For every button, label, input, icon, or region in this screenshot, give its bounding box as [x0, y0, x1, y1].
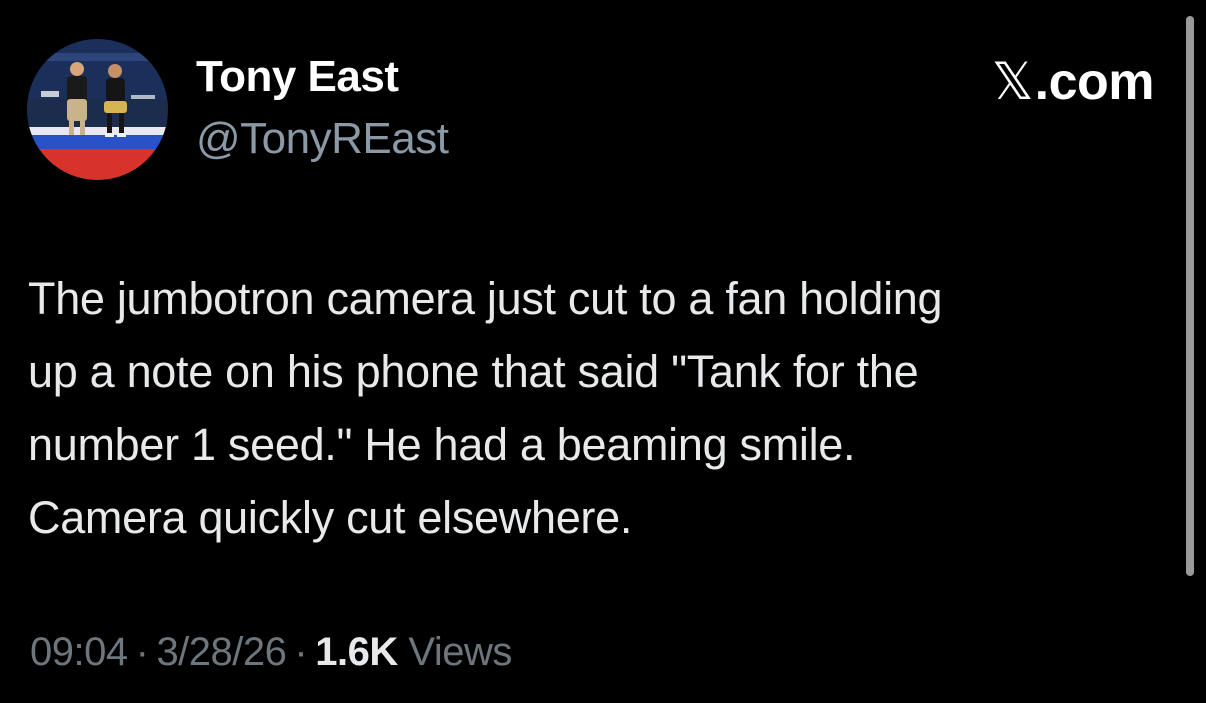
tweet-card: Tony East @TonyREast 𝕏 .com The jumbotro…	[0, 0, 1206, 703]
avatar-photo	[27, 39, 168, 180]
author-handle[interactable]: @TonyREast	[196, 114, 449, 164]
tweet-date[interactable]: 3/28/26	[156, 630, 286, 674]
meta-separator: ·	[135, 630, 149, 674]
brand-text: .com	[1034, 53, 1155, 111]
brand-watermark: 𝕏 .com	[991, 52, 1155, 112]
meta-separator: ·	[294, 630, 308, 674]
tweet-text: The jumbotron camera just cut to a fan h…	[28, 273, 943, 543]
author-display-name[interactable]: Tony East	[196, 52, 399, 102]
author-avatar[interactable]	[27, 39, 168, 180]
views-count: 1.6K	[315, 630, 398, 674]
x-logo-icon: 𝕏	[991, 52, 1034, 112]
tweet-meta: 09:04 · 3/28/26 · 1.6K Views	[30, 630, 512, 675]
views-label: Views	[408, 630, 512, 674]
scrollbar[interactable]	[1186, 16, 1194, 576]
tweet-time[interactable]: 09:04	[30, 630, 128, 674]
